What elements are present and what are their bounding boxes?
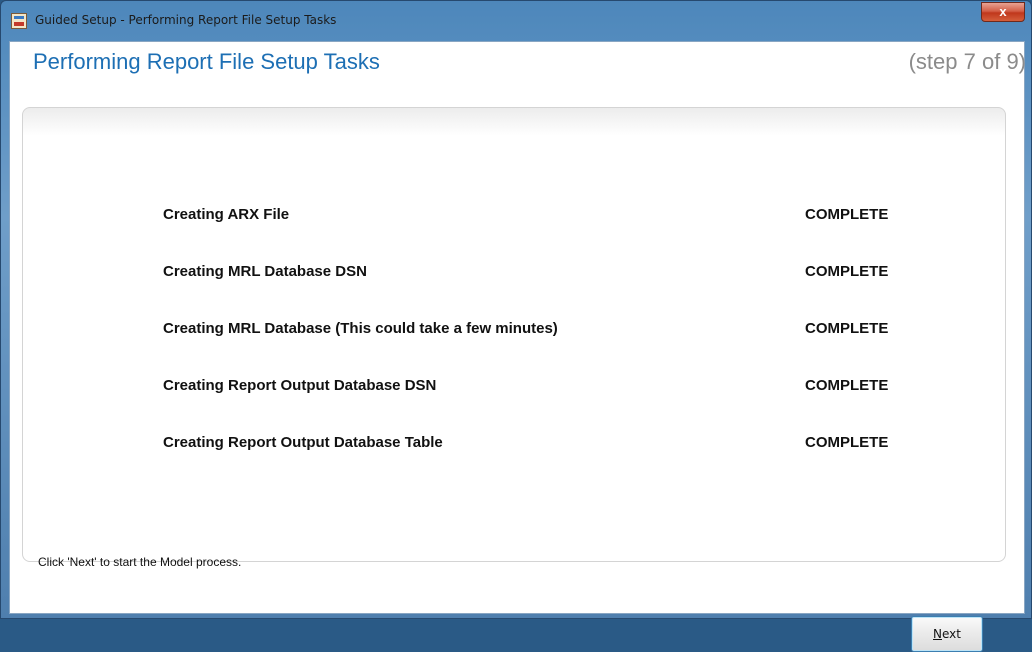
task-panel: Creating ARX File COMPLETE Creating MRL … (22, 107, 1006, 652)
task-label: Creating MRL Database DSN (163, 263, 367, 280)
task-status: COMPLETE (805, 263, 889, 280)
task-status: COMPLETE (805, 206, 889, 223)
task-status: COMPLETE (805, 434, 889, 451)
task-status: COMPLETE (805, 320, 889, 337)
page-title: Performing Report File Setup Tasks (33, 49, 380, 74)
task-label: Creating MRL Database (This could take a… (163, 320, 558, 337)
task-label: Creating Report Output Database Table (163, 434, 443, 451)
window-title: Guided Setup - Performing Report File Se… (35, 13, 337, 27)
step-indicator: (step 7 of 9) (908, 49, 1026, 74)
next-label: ext (942, 627, 961, 641)
footer-hint: Click 'Next' to start the Model process. (38, 555, 242, 569)
title-bar[interactable]: Guided Setup - Performing Report File Se… (1, 1, 1031, 41)
next-mnemonic: N (933, 627, 942, 641)
close-button[interactable]: x (981, 2, 1025, 22)
task-label: Creating Report Output Database DSN (163, 377, 437, 394)
app-icon (11, 13, 27, 29)
task-status: COMPLETE (805, 377, 889, 394)
task-label: Creating ARX File (163, 206, 290, 223)
next-button[interactable]: Next (911, 616, 983, 652)
